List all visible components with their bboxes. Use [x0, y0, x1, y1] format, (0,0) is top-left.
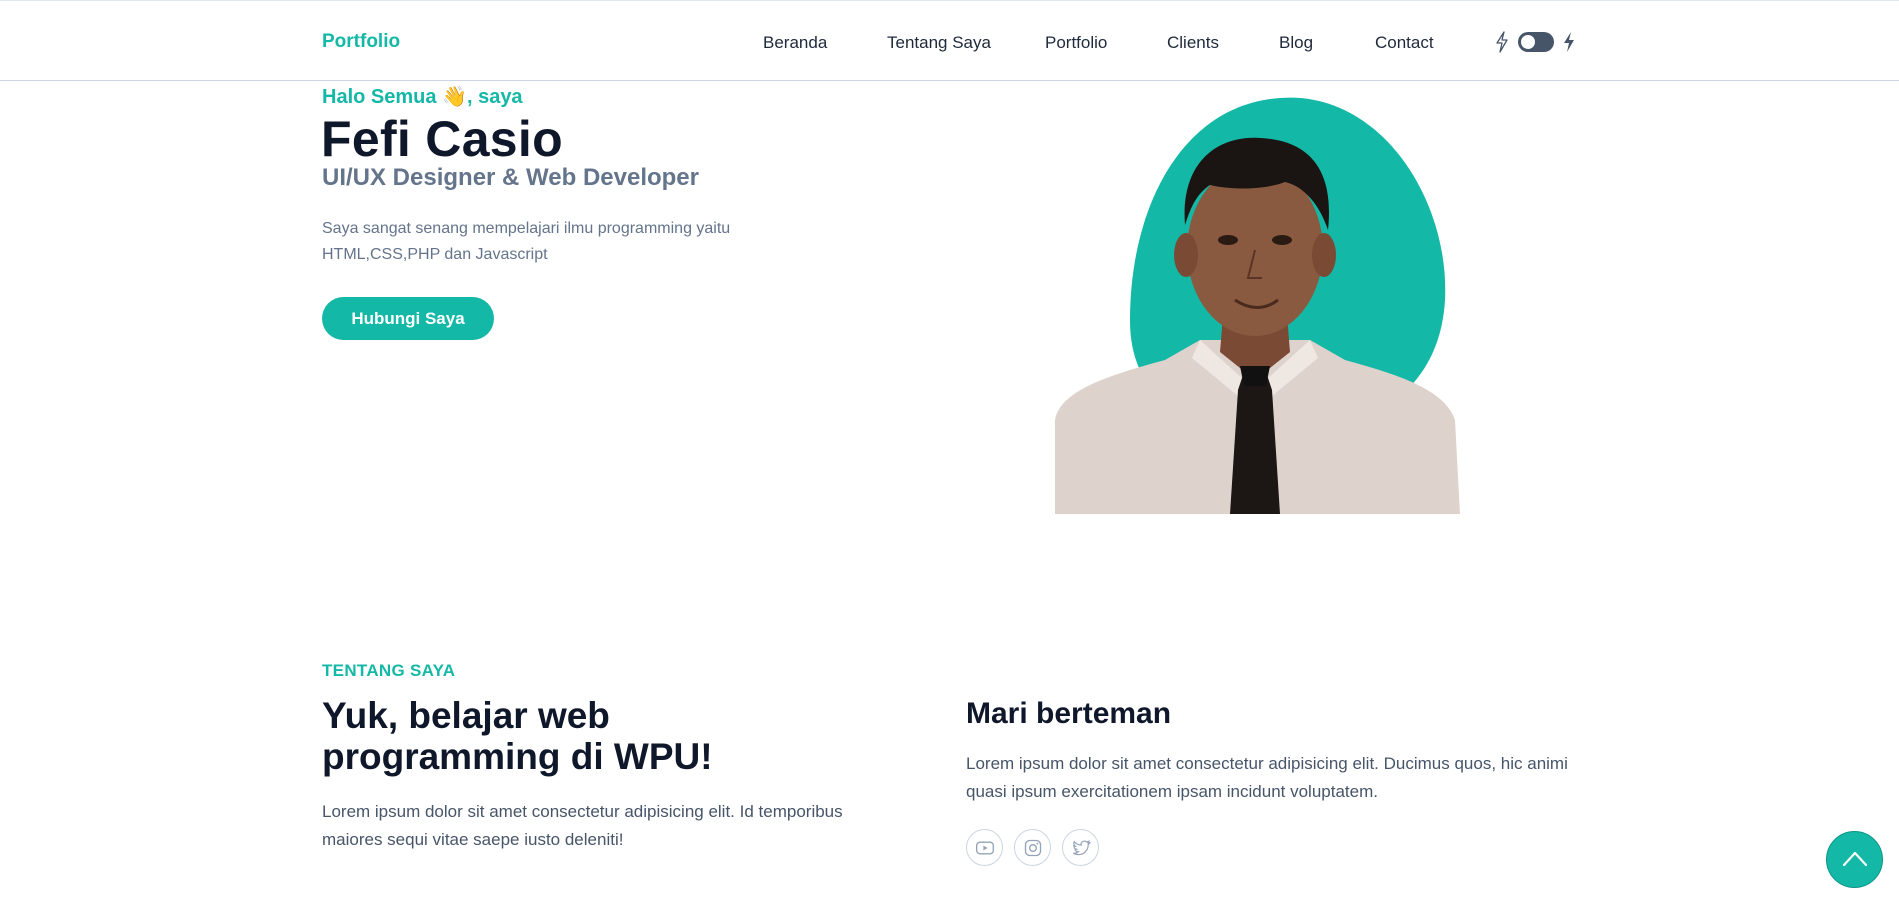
waving-hand-icon: 👋	[442, 86, 467, 108]
hero-role: UI/UX Designer & Web Developer	[322, 164, 699, 191]
main-nav: Beranda Tentang Saya Portfolio Clients B…	[0, 33, 1899, 55]
nav-blog[interactable]: Blog	[1279, 33, 1313, 53]
chevron-up-icon	[1842, 851, 1867, 866]
profile-photo	[1055, 97, 1460, 514]
twitter-link[interactable]	[1062, 829, 1099, 866]
youtube-link[interactable]	[966, 829, 1003, 866]
instagram-icon	[1024, 839, 1041, 856]
twitter-icon	[1072, 839, 1091, 855]
friend-text: Lorem ipsum dolor sit amet consectetur a…	[966, 754, 1568, 801]
navbar: Portfolio Beranda Tentang Saya Portfolio…	[0, 0, 1899, 81]
greeting-text: Halo Semua	[322, 86, 437, 108]
theme-switcher	[1490, 29, 1580, 55]
bolt-outline-icon	[1496, 31, 1508, 53]
greeting-suffix: , saya	[466, 86, 523, 108]
about-text: Lorem ipsum dolor sit amet consectetur a…	[322, 802, 843, 849]
hero-bio: Saya sangat senang mempelajari ilmu prog…	[322, 220, 731, 263]
nav-beranda[interactable]: Beranda	[763, 33, 827, 53]
hero-greeting: Halo Semua 👋, saya	[322, 84, 523, 109]
bolt-filled-icon	[1564, 32, 1574, 52]
hero-name: Fefi Casio	[321, 111, 563, 167]
friend-title: Mari berteman	[966, 697, 1172, 730]
about-title: Yuk, belajar web programming di WPU!	[322, 695, 713, 777]
contact-me-button[interactable]: Hubungi Saya	[322, 297, 494, 340]
dark-mode-toggle[interactable]	[1518, 32, 1554, 52]
nav-clients[interactable]: Clients	[1167, 33, 1219, 53]
toggle-knob	[1521, 35, 1535, 49]
youtube-icon	[975, 841, 994, 854]
back-to-top-button[interactable]	[1826, 831, 1883, 888]
nav-tentang-saya[interactable]: Tentang Saya	[887, 33, 991, 53]
nav-contact[interactable]: Contact	[1375, 33, 1434, 53]
nav-portfolio[interactable]: Portfolio	[1045, 33, 1107, 53]
instagram-link[interactable]	[1014, 829, 1051, 866]
about-eyebrow: TENTANG SAYA	[322, 661, 456, 680]
